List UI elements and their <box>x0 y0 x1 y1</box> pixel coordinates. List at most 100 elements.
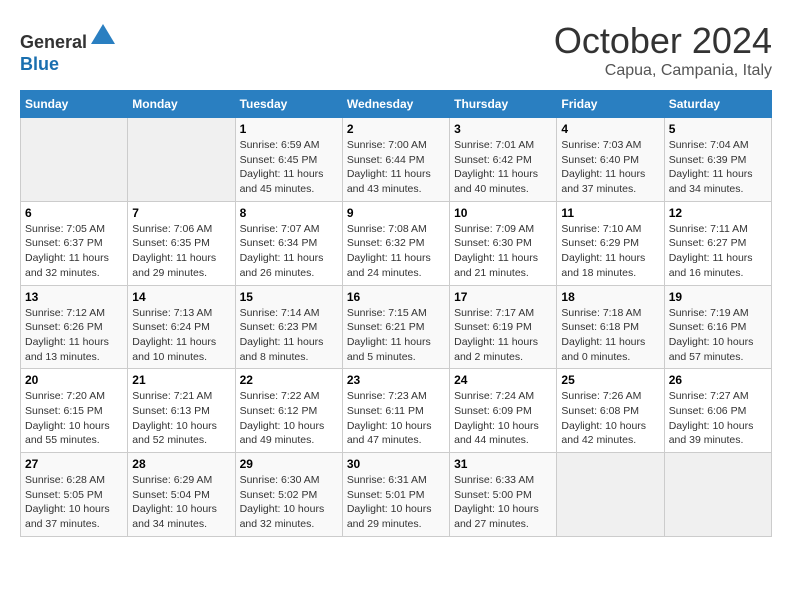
calendar-cell: 4 Sunrise: 7:03 AMSunset: 6:40 PMDaylight… <box>557 118 664 202</box>
day-number: 5 <box>669 122 767 136</box>
day-number: 25 <box>561 373 659 387</box>
calendar-cell: 2 Sunrise: 7:00 AMSunset: 6:44 PMDaylight… <box>342 118 449 202</box>
day-info: Sunrise: 7:13 AMSunset: 6:24 PMDaylight:… <box>132 306 230 365</box>
day-info: Sunrise: 6:59 AMSunset: 6:45 PMDaylight:… <box>240 138 338 197</box>
calendar-cell: 31 Sunrise: 6:33 AMSunset: 5:00 PMDayligh… <box>450 453 557 537</box>
day-number: 3 <box>454 122 552 136</box>
calendar-cell: 16Sunrise: 7:15 AMSunset: 6:21 PMDayligh… <box>342 285 449 369</box>
week-row-2: 13Sunrise: 7:12 AMSunset: 6:26 PMDayligh… <box>21 285 772 369</box>
calendar-cell: 9Sunrise: 7:08 AMSunset: 6:32 PMDaylight… <box>342 201 449 285</box>
day-info: Sunrise: 7:19 AMSunset: 6:16 PMDaylight:… <box>669 306 767 365</box>
week-row-3: 20 Sunrise: 7:20 AMSunset: 6:15 PMDayligh… <box>21 369 772 453</box>
day-number: 13 <box>25 290 123 304</box>
title-block: October 2024 Capua, Campania, Italy <box>554 20 772 80</box>
day-info: Sunrise: 7:03 AMSunset: 6:40 PMDaylight:… <box>561 138 659 197</box>
calendar-cell: 7 Sunrise: 7:06 AMSunset: 6:35 PMDaylight… <box>128 201 235 285</box>
day-number: 22 <box>240 373 338 387</box>
day-info: Sunrise: 7:09 AMSunset: 6:30 PMDaylight:… <box>454 222 552 281</box>
calendar-cell: 15 Sunrise: 7:14 AMSunset: 6:23 PMDayligh… <box>235 285 342 369</box>
day-number: 23 <box>347 373 445 387</box>
calendar-cell: 6 Sunrise: 7:05 AMSunset: 6:37 PMDaylight… <box>21 201 128 285</box>
day-number: 10 <box>454 206 552 220</box>
weekday-header-thursday: Thursday <box>450 91 557 118</box>
week-row-4: 27Sunrise: 6:28 AMSunset: 5:05 PMDayligh… <box>21 453 772 537</box>
day-info: Sunrise: 7:05 AMSunset: 6:37 PMDaylight:… <box>25 222 123 281</box>
day-number: 19 <box>669 290 767 304</box>
calendar-cell: 8Sunrise: 7:07 AMSunset: 6:34 PMDaylight… <box>235 201 342 285</box>
calendar-cell: 29Sunrise: 6:30 AMSunset: 5:02 PMDayligh… <box>235 453 342 537</box>
calendar-cell: 23 Sunrise: 7:23 AMSunset: 6:11 PMDayligh… <box>342 369 449 453</box>
weekday-header-sunday: Sunday <box>21 91 128 118</box>
calendar-body: 1 Sunrise: 6:59 AMSunset: 6:45 PMDaylight… <box>21 118 772 537</box>
calendar-cell: 14 Sunrise: 7:13 AMSunset: 6:24 PMDayligh… <box>128 285 235 369</box>
day-info: Sunrise: 6:31 AMSunset: 5:01 PMDaylight:… <box>347 473 445 532</box>
logo-blue: Blue <box>20 54 59 74</box>
day-number: 9 <box>347 206 445 220</box>
day-number: 12 <box>669 206 767 220</box>
logo-general: General <box>20 32 87 52</box>
day-info: Sunrise: 7:18 AMSunset: 6:18 PMDaylight:… <box>561 306 659 365</box>
logo-icon <box>89 20 117 48</box>
day-info: Sunrise: 7:23 AMSunset: 6:11 PMDaylight:… <box>347 389 445 448</box>
calendar-cell <box>664 453 771 537</box>
day-info: Sunrise: 6:33 AMSunset: 5:00 PMDaylight:… <box>454 473 552 532</box>
day-number: 21 <box>132 373 230 387</box>
calendar-cell: 3Sunrise: 7:01 AMSunset: 6:42 PMDaylight… <box>450 118 557 202</box>
day-number: 14 <box>132 290 230 304</box>
calendar-cell: 21 Sunrise: 7:21 AMSunset: 6:13 PMDayligh… <box>128 369 235 453</box>
day-info: Sunrise: 7:17 AMSunset: 6:19 PMDaylight:… <box>454 306 552 365</box>
weekday-header-wednesday: Wednesday <box>342 91 449 118</box>
month-title: October 2024 <box>554 20 772 62</box>
calendar-cell: 13Sunrise: 7:12 AMSunset: 6:26 PMDayligh… <box>21 285 128 369</box>
day-number: 2 <box>347 122 445 136</box>
day-info: Sunrise: 7:15 AMSunset: 6:21 PMDaylight:… <box>347 306 445 365</box>
day-info: Sunrise: 6:29 AMSunset: 5:04 PMDaylight:… <box>132 473 230 532</box>
calendar-cell: 1 Sunrise: 6:59 AMSunset: 6:45 PMDaylight… <box>235 118 342 202</box>
calendar-cell: 18Sunrise: 7:18 AMSunset: 6:18 PMDayligh… <box>557 285 664 369</box>
day-number: 4 <box>561 122 659 136</box>
day-number: 11 <box>561 206 659 220</box>
day-number: 29 <box>240 457 338 471</box>
day-info: Sunrise: 7:11 AMSunset: 6:27 PMDaylight:… <box>669 222 767 281</box>
day-number: 1 <box>240 122 338 136</box>
calendar-cell: 17Sunrise: 7:17 AMSunset: 6:19 PMDayligh… <box>450 285 557 369</box>
weekday-header-tuesday: Tuesday <box>235 91 342 118</box>
calendar-cell: 20 Sunrise: 7:20 AMSunset: 6:15 PMDayligh… <box>21 369 128 453</box>
day-number: 7 <box>132 206 230 220</box>
day-number: 31 <box>454 457 552 471</box>
calendar-cell: 11 Sunrise: 7:10 AMSunset: 6:29 PMDayligh… <box>557 201 664 285</box>
location-title: Capua, Campania, Italy <box>554 62 772 80</box>
day-number: 20 <box>25 373 123 387</box>
logo: General Blue <box>20 20 117 75</box>
calendar-table: SundayMondayTuesdayWednesdayThursdayFrid… <box>20 90 772 537</box>
calendar-cell <box>557 453 664 537</box>
calendar-cell: 25Sunrise: 7:26 AMSunset: 6:08 PMDayligh… <box>557 369 664 453</box>
day-info: Sunrise: 7:06 AMSunset: 6:35 PMDaylight:… <box>132 222 230 281</box>
calendar-cell <box>128 118 235 202</box>
calendar-cell: 24Sunrise: 7:24 AMSunset: 6:09 PMDayligh… <box>450 369 557 453</box>
day-number: 28 <box>132 457 230 471</box>
day-info: Sunrise: 7:00 AMSunset: 6:44 PMDaylight:… <box>347 138 445 197</box>
day-number: 6 <box>25 206 123 220</box>
day-info: Sunrise: 7:21 AMSunset: 6:13 PMDaylight:… <box>132 389 230 448</box>
day-info: Sunrise: 7:20 AMSunset: 6:15 PMDaylight:… <box>25 389 123 448</box>
week-row-0: 1 Sunrise: 6:59 AMSunset: 6:45 PMDaylight… <box>21 118 772 202</box>
day-info: Sunrise: 7:24 AMSunset: 6:09 PMDaylight:… <box>454 389 552 448</box>
calendar-cell: 26Sunrise: 7:27 AMSunset: 6:06 PMDayligh… <box>664 369 771 453</box>
day-info: Sunrise: 7:10 AMSunset: 6:29 PMDaylight:… <box>561 222 659 281</box>
calendar-cell: 30Sunrise: 6:31 AMSunset: 5:01 PMDayligh… <box>342 453 449 537</box>
calendar-cell: 10 Sunrise: 7:09 AMSunset: 6:30 PMDayligh… <box>450 201 557 285</box>
calendar-cell: 27Sunrise: 6:28 AMSunset: 5:05 PMDayligh… <box>21 453 128 537</box>
day-info: Sunrise: 7:27 AMSunset: 6:06 PMDaylight:… <box>669 389 767 448</box>
weekday-header-friday: Friday <box>557 91 664 118</box>
day-number: 15 <box>240 290 338 304</box>
weekday-header-monday: Monday <box>128 91 235 118</box>
day-info: Sunrise: 7:14 AMSunset: 6:23 PMDaylight:… <box>240 306 338 365</box>
weekday-header-saturday: Saturday <box>664 91 771 118</box>
day-number: 8 <box>240 206 338 220</box>
calendar-cell: 28 Sunrise: 6:29 AMSunset: 5:04 PMDayligh… <box>128 453 235 537</box>
calendar-cell: 19 Sunrise: 7:19 AMSunset: 6:16 PMDayligh… <box>664 285 771 369</box>
calendar-cell: 5 Sunrise: 7:04 AMSunset: 6:39 PMDaylight… <box>664 118 771 202</box>
day-info: Sunrise: 6:28 AMSunset: 5:05 PMDaylight:… <box>25 473 123 532</box>
day-info: Sunrise: 7:04 AMSunset: 6:39 PMDaylight:… <box>669 138 767 197</box>
